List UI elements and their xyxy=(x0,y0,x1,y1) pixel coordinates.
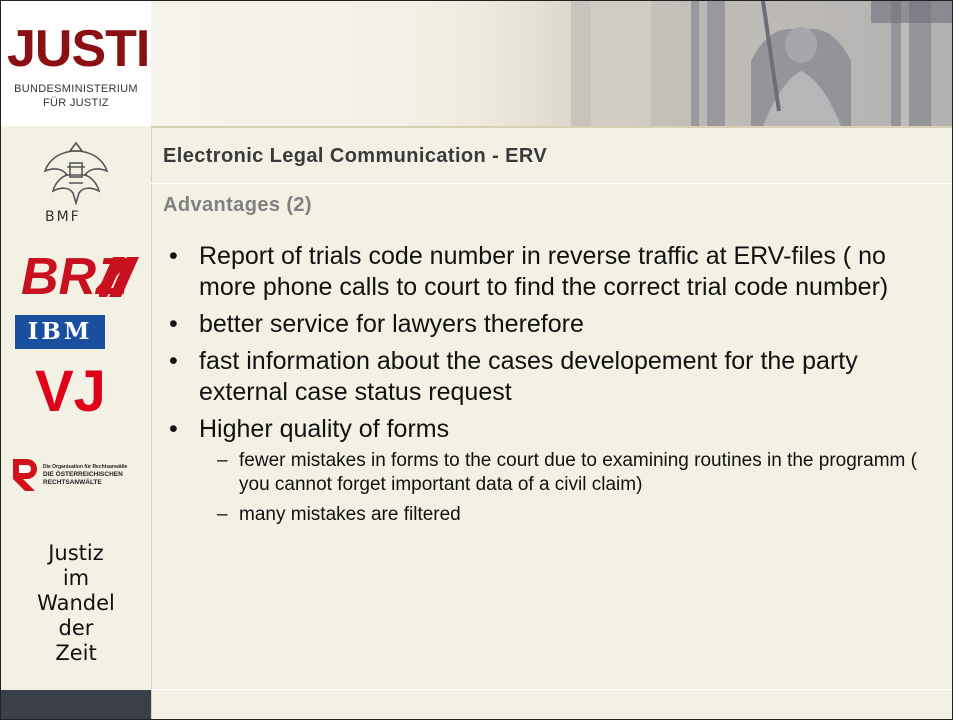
bullet-dot: • xyxy=(169,242,178,270)
bullet-dot: • xyxy=(169,347,178,375)
bullet-item: • Higher quality of forms – fewer mistak… xyxy=(161,414,941,527)
bullet-text: fast information about the cases develop… xyxy=(199,347,858,406)
bullet-item: • fast information about the cases devel… xyxy=(161,346,941,408)
header-rule xyxy=(151,126,952,128)
footer-bar xyxy=(1,690,151,719)
rak-line3: RECHTSANWÄLTE xyxy=(43,479,102,486)
sub-bullet-item: – many mistakes are filtered xyxy=(199,503,941,527)
motto: Justiz im Wandel der Zeit xyxy=(1,541,151,666)
motto-line: Justiz xyxy=(48,541,104,565)
sub-bullet-dash: – xyxy=(217,504,228,525)
slide-title: Electronic Legal Communication - ERV xyxy=(163,145,548,167)
bullet-text: Report of trials code number in reverse … xyxy=(199,242,889,301)
title-divider xyxy=(151,183,952,184)
bullet-list: • Report of trials code number in revers… xyxy=(161,241,941,527)
brz-stripes-icon xyxy=(99,257,139,297)
bullet-text: better service for lawyers therefore xyxy=(199,310,584,338)
justiz-ministry-line2: FÜR JUSTIZ xyxy=(43,97,109,109)
sub-bullet-list: – fewer mistakes in forms to the court d… xyxy=(199,449,941,527)
banner-fade xyxy=(151,1,571,126)
motto-line: der xyxy=(58,616,94,640)
bullet-item: • Report of trials code number in revers… xyxy=(161,241,941,303)
bullet-text: Higher quality of forms xyxy=(199,415,450,443)
rak-logo-icon xyxy=(13,459,37,491)
bullet-dot: • xyxy=(169,310,178,338)
rak-line1: Die Organisation für Rechtsanwälte xyxy=(43,464,128,470)
justiz-ministry-line1: BUNDESMINISTERIUM xyxy=(14,83,138,95)
ibm-logo: IBM xyxy=(15,315,105,349)
sub-bullet-text: fewer mistakes in forms to the court due… xyxy=(239,450,917,495)
motto-line: Zeit xyxy=(55,641,97,665)
bullet-item: • better service for lawyers therefore xyxy=(161,309,941,340)
sub-bullet-item: – fewer mistakes in forms to the court d… xyxy=(199,449,941,497)
header-banner xyxy=(151,1,952,126)
logo-sidebar: JUSTIZ BUNDESMINISTERIUM FÜR JUSTIZ BMF … xyxy=(1,1,181,719)
motto-line: im xyxy=(62,566,90,590)
bmf-eagle-icon xyxy=(43,141,109,206)
slide-content: • Report of trials code number in revers… xyxy=(161,241,941,533)
vj-logo: VJ xyxy=(35,359,106,424)
bmf-label: BMF xyxy=(45,209,81,225)
bullet-dot: • xyxy=(169,415,178,443)
rak-logo-text: Die Organisation für Rechtsanwälte DIE Ö… xyxy=(43,463,147,487)
sub-bullet-dash: – xyxy=(217,450,228,471)
sub-bullet-text: many mistakes are filtered xyxy=(239,504,461,525)
motto-line: Wandel xyxy=(37,591,115,615)
footer-divider xyxy=(151,689,952,690)
slide-subtitle: Advantages (2) xyxy=(163,194,312,216)
justiz-logo: JUSTIZ BUNDESMINISTERIUM FÜR JUSTIZ xyxy=(1,1,181,126)
slide: JUSTIZ BUNDESMINISTERIUM FÜR JUSTIZ BMF … xyxy=(0,0,953,720)
rak-line2: DIE ÖSTERREICHISCHEN xyxy=(43,471,123,478)
